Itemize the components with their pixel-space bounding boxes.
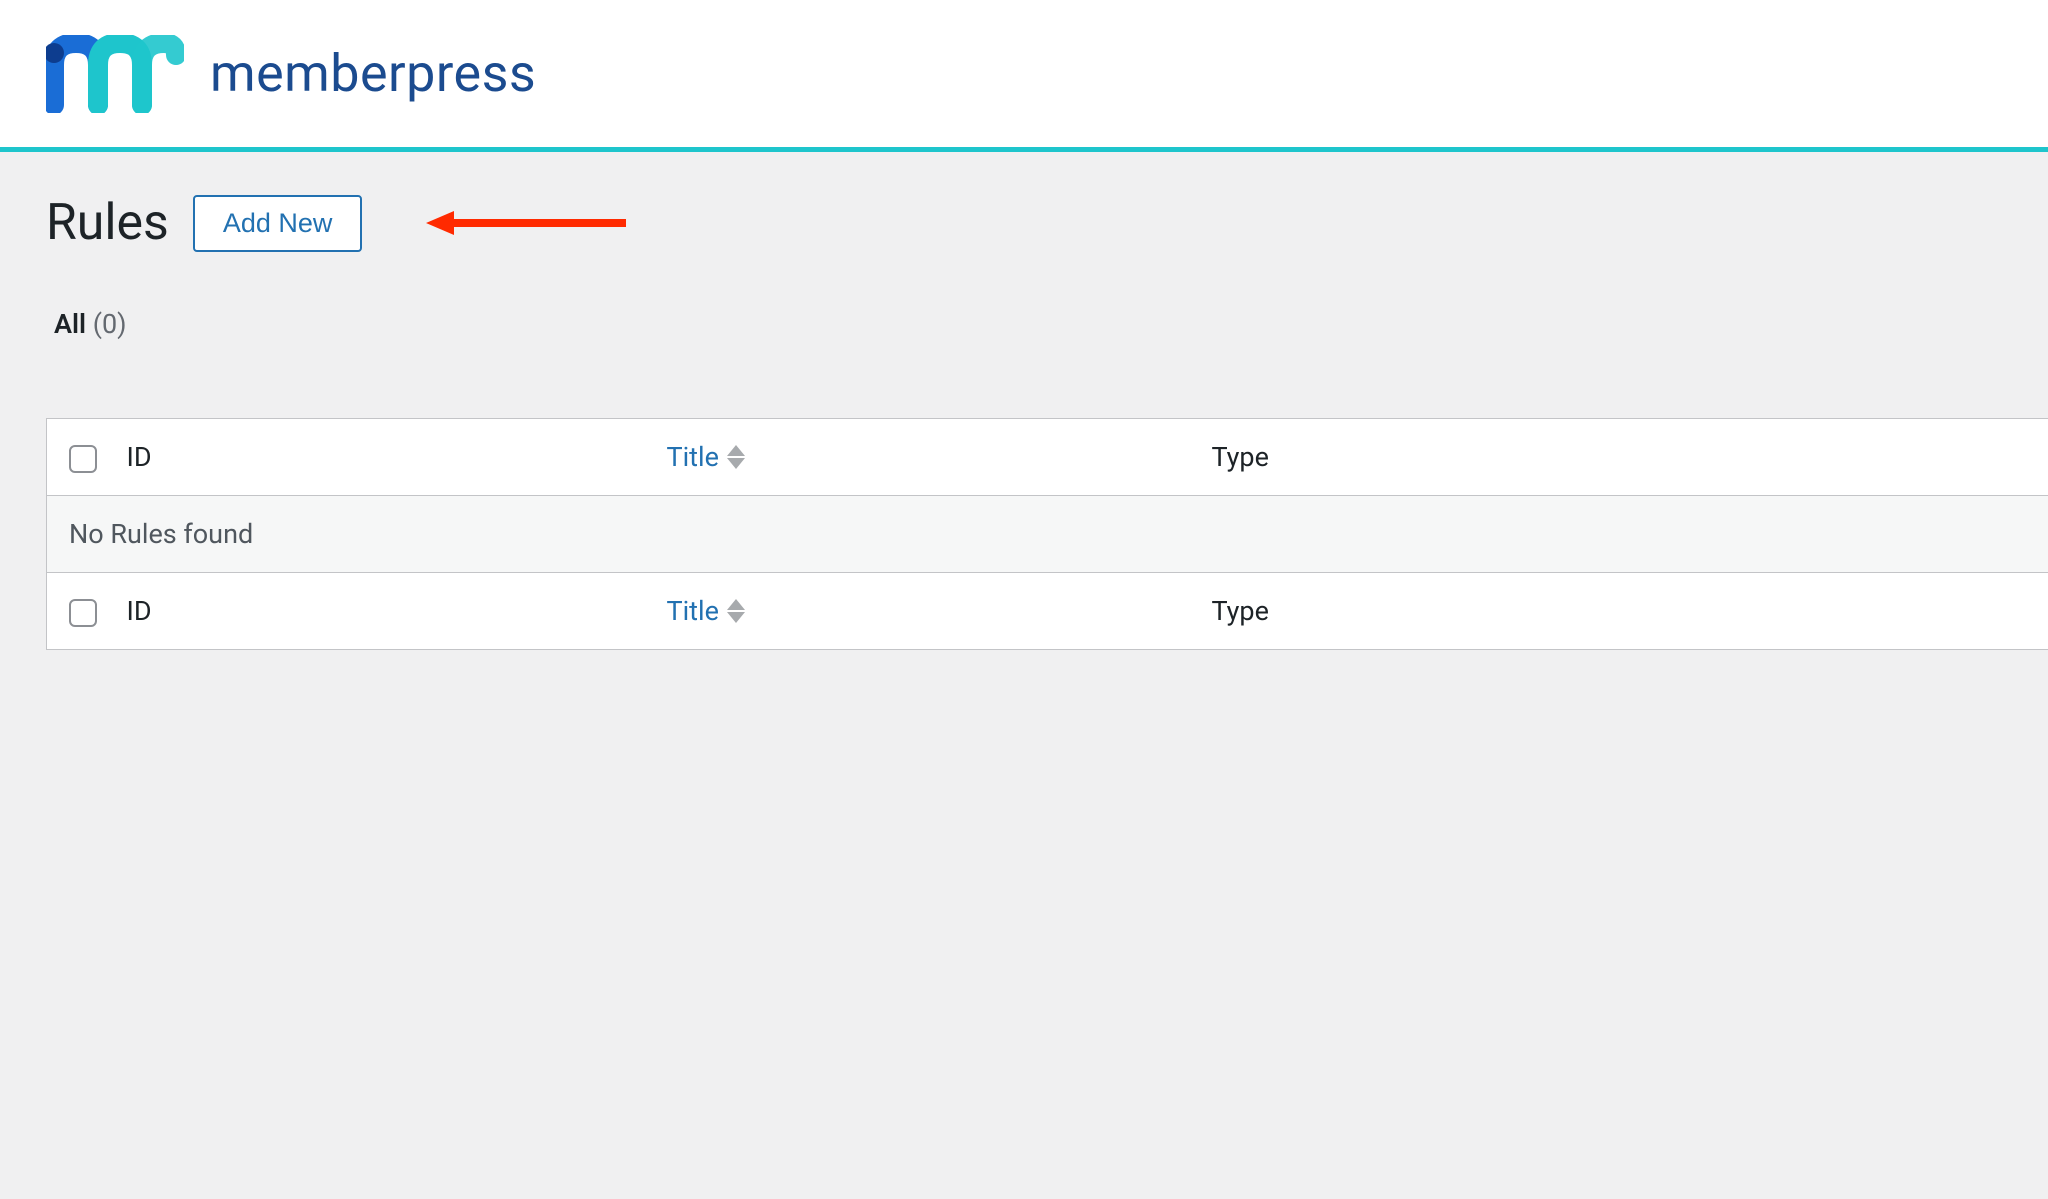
column-footer-title: Title (649, 573, 1194, 650)
column-footer-id: ID (109, 573, 649, 650)
column-footer-type: Type (1194, 573, 2048, 650)
title-row: Rules Add New (46, 194, 2048, 252)
column-title-footer-label: Title (667, 595, 719, 627)
select-all-checkbox[interactable] (69, 445, 97, 473)
add-new-button[interactable]: Add New (193, 195, 363, 252)
filter-all-count: (0) (93, 308, 127, 340)
table-header-row: ID Title Type (47, 419, 2048, 496)
brand-logo: memberpress (46, 35, 536, 113)
select-all-header (47, 419, 109, 496)
filter-all-label: All (54, 308, 86, 340)
column-title-label: Title (667, 441, 719, 473)
sort-by-title-link[interactable]: Title (667, 441, 745, 473)
filter-links: All (0) (46, 308, 2048, 340)
brand-name: memberpress (210, 43, 536, 104)
empty-state-row: No Rules found (47, 496, 2048, 573)
filter-all-link[interactable]: All (0) (54, 308, 127, 340)
select-all-footer-checkbox[interactable] (69, 599, 97, 627)
annotation-arrow (426, 208, 626, 238)
column-header-type: Type (1194, 419, 2048, 496)
memberpress-logo-icon (46, 35, 184, 113)
table-footer-row: ID Title Type (47, 573, 2048, 650)
sort-indicator-footer-icon (727, 599, 745, 623)
sort-indicator-icon (727, 445, 745, 469)
page-title: Rules (46, 194, 169, 252)
column-header-id: ID (109, 419, 649, 496)
sort-by-title-footer-link[interactable]: Title (667, 595, 745, 627)
empty-state-message: No Rules found (47, 496, 2048, 573)
column-header-title: Title (649, 419, 1194, 496)
select-all-footer (47, 573, 109, 650)
app-header: memberpress (0, 0, 2048, 152)
rules-table: ID Title Type No Rules found (46, 418, 2048, 650)
content-area: Rules Add New All (0) ID Title (0, 152, 2048, 650)
